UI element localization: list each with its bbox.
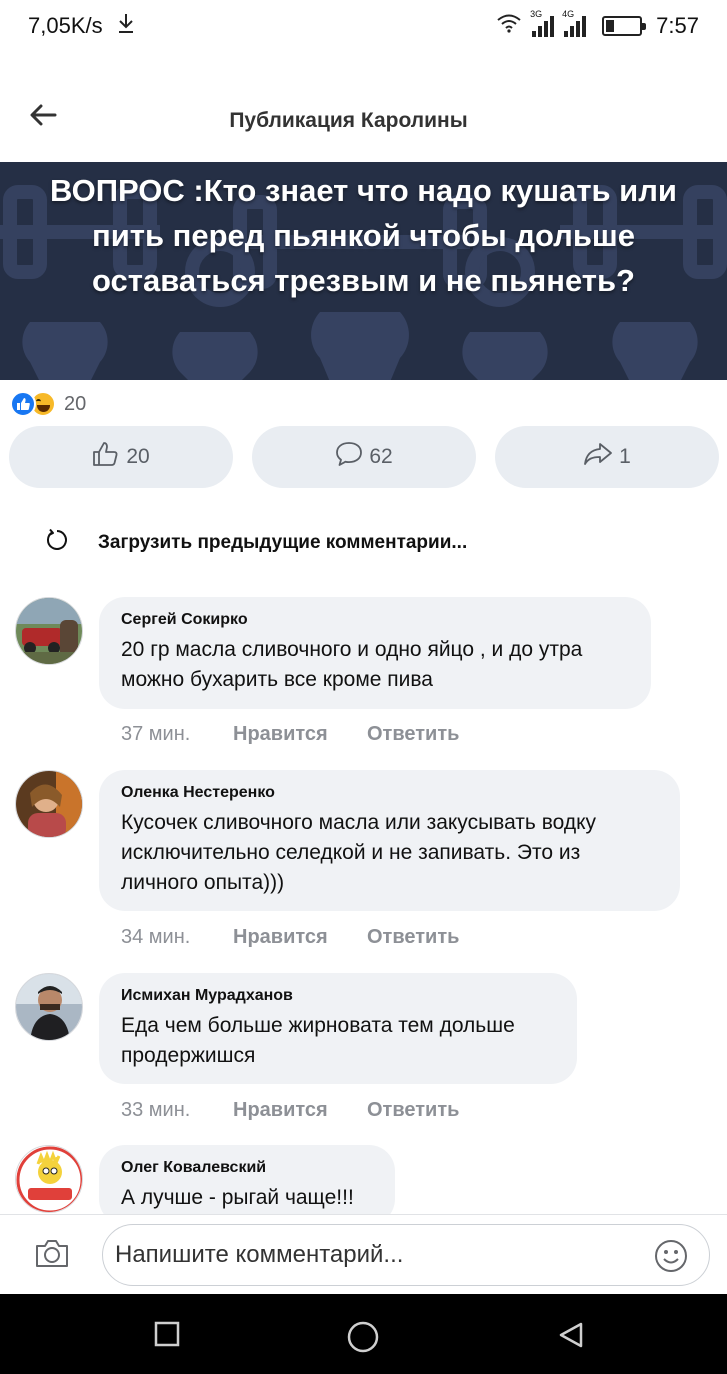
comment-time[interactable]: 34 мин. bbox=[121, 926, 233, 949]
share-count: 1 bbox=[619, 445, 631, 468]
share-arrow-icon bbox=[583, 442, 613, 472]
status-left: 7,05K/s bbox=[28, 12, 135, 40]
download-icon bbox=[117, 12, 135, 40]
status-right: 3G 4G 7:57 bbox=[496, 9, 699, 39]
comment-bubble[interactable]: Оленка Нестеренко Кусочек сливочного мас… bbox=[99, 770, 680, 911]
signal-icon-2: 4G bbox=[562, 9, 587, 37]
post-text: ВОПРОС :Кто знает что надо кушать или пи… bbox=[50, 173, 677, 298]
battery-icon bbox=[602, 16, 647, 36]
home-circle-icon[interactable] bbox=[346, 1320, 380, 1359]
comment-like-button[interactable]: Нравится bbox=[233, 1099, 367, 1122]
avatar[interactable] bbox=[15, 770, 83, 838]
comment-author[interactable]: Исмихан Мурадханов bbox=[121, 987, 555, 1005]
comment-reply-button[interactable]: Ответить bbox=[367, 926, 459, 949]
back-triangle-icon[interactable] bbox=[556, 1320, 586, 1355]
reaction-count: 20 bbox=[64, 392, 87, 415]
like-button[interactable]: 20 bbox=[9, 426, 233, 488]
avatar[interactable] bbox=[15, 1145, 83, 1213]
arrow-left-icon[interactable] bbox=[26, 98, 60, 132]
comment-count: 62 bbox=[369, 445, 393, 468]
signal-icon: 3G bbox=[530, 9, 555, 37]
comment-input[interactable] bbox=[102, 1224, 710, 1286]
network-speed: 7,05K/s bbox=[28, 13, 103, 38]
comment-text: 20 гр масла сливочного и одно яйцо , и д… bbox=[121, 638, 583, 691]
comment-author[interactable]: Олег Ковалевский bbox=[121, 1159, 373, 1177]
comment-bubble[interactable]: Олег Ковалевский А лучше - рыгай чаще!!! bbox=[99, 1145, 395, 1225]
comment-like-button[interactable]: Нравится bbox=[233, 723, 367, 746]
comment-text: А лучше - рыгай чаще!!! bbox=[121, 1186, 354, 1209]
comment-text: Еда чем больше жирновата тем дольше прод… bbox=[121, 1014, 515, 1067]
comment-author[interactable]: Оленка Нестеренко bbox=[121, 784, 658, 802]
like-reaction-icon bbox=[10, 391, 36, 417]
recents-square-icon[interactable] bbox=[153, 1320, 181, 1353]
top-header: Публикация Каролины bbox=[0, 90, 727, 152]
comment-bubble[interactable]: Сергей Сокирко 20 гр масла сливочного и … bbox=[99, 597, 651, 709]
refresh-icon bbox=[44, 528, 68, 557]
status-bar: 7,05K/s 3G 4G 7:57 bbox=[0, 0, 727, 52]
page-title: Публикация Каролины bbox=[229, 109, 468, 132]
comment-meta: 34 мин. Нравится Ответить bbox=[121, 926, 459, 949]
wifi-icon bbox=[496, 13, 522, 39]
reaction-summary[interactable]: 20 bbox=[10, 390, 86, 418]
camera-icon[interactable] bbox=[34, 1237, 70, 1274]
battery-fill bbox=[606, 20, 615, 32]
comment-time[interactable]: 33 мин. bbox=[121, 1099, 233, 1122]
system-nav-bar bbox=[0, 1294, 727, 1374]
comment-meta: 37 мин. Нравится Ответить bbox=[121, 723, 459, 746]
comment-button[interactable]: 62 bbox=[252, 426, 476, 488]
post-banner[interactable]: ВОПРОС :Кто знает что надо кушать или пи… bbox=[0, 162, 727, 380]
like-count: 20 bbox=[126, 445, 150, 468]
post-actions: 20 62 1 bbox=[9, 426, 719, 490]
thumbs-up-icon bbox=[92, 441, 120, 473]
avatar[interactable] bbox=[15, 597, 83, 665]
comment-reply-button[interactable]: Ответить bbox=[367, 1099, 459, 1122]
load-previous-comments[interactable]: Загрузить предыдущие комментарии... bbox=[44, 528, 467, 557]
comment-bubble-icon bbox=[335, 441, 363, 473]
clock: 7:57 bbox=[656, 13, 699, 38]
comment-meta: 33 мин. Нравится Ответить bbox=[121, 1099, 459, 1122]
comment-text: Кусочек сливочного масла или закусывать … bbox=[121, 811, 597, 894]
network-type-1: 3G bbox=[530, 9, 543, 19]
comment-author[interactable]: Сергей Сокирко bbox=[121, 611, 629, 629]
share-button[interactable]: 1 bbox=[495, 426, 719, 488]
network-type-2: 4G bbox=[562, 9, 575, 19]
avatar[interactable] bbox=[15, 973, 83, 1041]
emoji-icon[interactable] bbox=[654, 1239, 688, 1278]
comment-composer bbox=[0, 1214, 727, 1294]
comment-like-button[interactable]: Нравится bbox=[233, 926, 367, 949]
comment-bubble[interactable]: Исмихан Мурадханов Еда чем больше жирнов… bbox=[99, 973, 577, 1084]
comment-reply-button[interactable]: Ответить bbox=[367, 723, 459, 746]
comment-time[interactable]: 37 мин. bbox=[121, 723, 233, 746]
load-previous-label: Загрузить предыдущие комментарии... bbox=[98, 531, 468, 553]
